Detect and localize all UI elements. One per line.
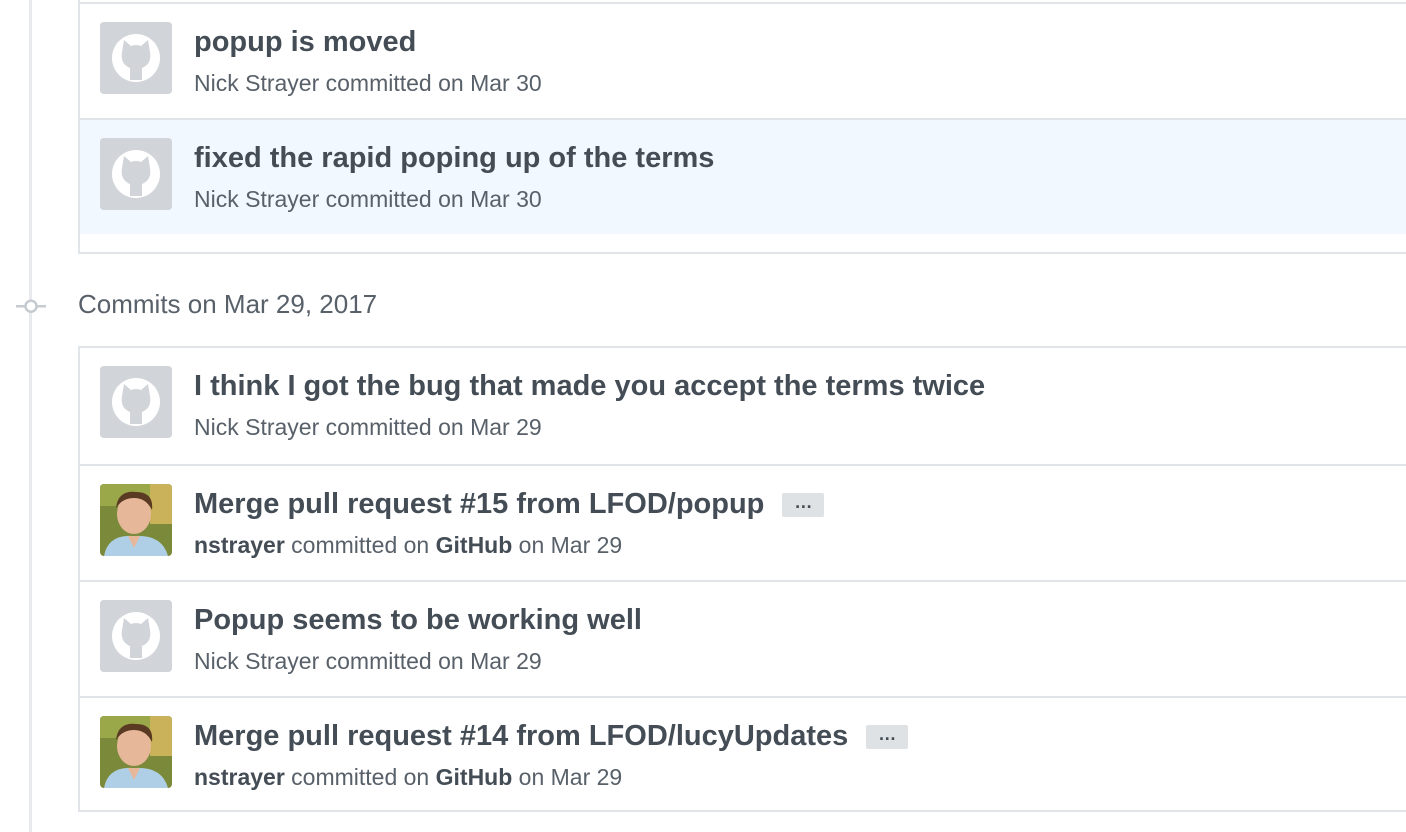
commit-message[interactable]: fixed the rapid poping up of the terms (194, 142, 714, 175)
commit-verb: committed (325, 648, 432, 674)
commit-author[interactable]: Nick Strayer (194, 186, 319, 212)
commit-verb: committed (325, 414, 432, 440)
user-photo-avatar[interactable] (100, 484, 172, 556)
ellipsis-icon[interactable]: … (782, 492, 825, 517)
octocat-icon[interactable] (100, 366, 172, 438)
commit-date: on Mar 29 (518, 532, 623, 558)
commit-author[interactable]: nstrayer (194, 532, 285, 558)
commit-row[interactable]: Popup seems to be working well Nick Stra… (80, 580, 1406, 696)
commit-meta: Nick Strayer committed on Mar 29 (194, 414, 542, 441)
commit-date: on Mar 30 (438, 70, 542, 96)
commit-author[interactable]: nstrayer (194, 764, 285, 790)
octocat-icon[interactable] (100, 22, 172, 94)
commit-message[interactable]: Popup seems to be working well (194, 604, 642, 637)
timeline-line (29, 0, 32, 832)
commit-message[interactable]: Merge pull request #14 from LFOD/lucyUpd… (194, 720, 909, 753)
commit-group-heading: Commits on Mar 29, 2017 (78, 289, 378, 319)
commit-date: on Mar 29 (518, 764, 623, 790)
user-photo-avatar[interactable] (100, 716, 172, 788)
commit-date: on Mar 30 (438, 186, 542, 212)
commit-row[interactable]: Merge pull request #15 from LFOD/popup …… (80, 464, 1406, 580)
commit-row[interactable]: popup is moved Nick Strayer committed on… (80, 2, 1406, 118)
commit-message[interactable]: Merge pull request #15 from LFOD/popup … (194, 488, 825, 521)
commit-date: on Mar 29 (438, 414, 542, 440)
commit-meta: Nick Strayer committed on Mar 29 (194, 648, 542, 675)
commit-verb: committed (325, 186, 432, 212)
commit-via[interactable]: GitHub (436, 764, 513, 790)
commit-meta: nstrayer committed on GitHub on Mar 29 (194, 532, 622, 559)
octocat-icon[interactable] (100, 600, 172, 672)
git-commit-icon (16, 297, 46, 315)
ellipsis-icon[interactable]: … (866, 724, 909, 749)
commit-group: I think I got the bug that made you acce… (78, 346, 1406, 812)
commit-message[interactable]: popup is moved (194, 26, 416, 59)
commit-verb: committed (325, 70, 432, 96)
commit-author[interactable]: Nick Strayer (194, 414, 319, 440)
commit-author[interactable]: Nick Strayer (194, 70, 319, 96)
commit-row[interactable]: I think I got the bug that made you acce… (80, 348, 1406, 464)
commit-meta: nstrayer committed on GitHub on Mar 29 (194, 764, 622, 791)
commit-message[interactable]: I think I got the bug that made you acce… (194, 370, 985, 403)
commit-meta: Nick Strayer committed on Mar 30 (194, 70, 542, 97)
commit-verb: committed on (291, 532, 430, 558)
commit-author[interactable]: Nick Strayer (194, 648, 319, 674)
commit-via[interactable]: GitHub (436, 532, 513, 558)
commit-row[interactable]: fixed the rapid poping up of the terms N… (80, 118, 1406, 234)
commit-date: on Mar 29 (438, 648, 542, 674)
commit-verb: committed on (291, 764, 430, 790)
octocat-icon[interactable] (100, 138, 172, 210)
commit-group: popup is moved Nick Strayer committed on… (78, 0, 1406, 254)
commit-row[interactable]: Merge pull request #14 from LFOD/lucyUpd… (80, 696, 1406, 812)
commit-meta: Nick Strayer committed on Mar 30 (194, 186, 542, 213)
